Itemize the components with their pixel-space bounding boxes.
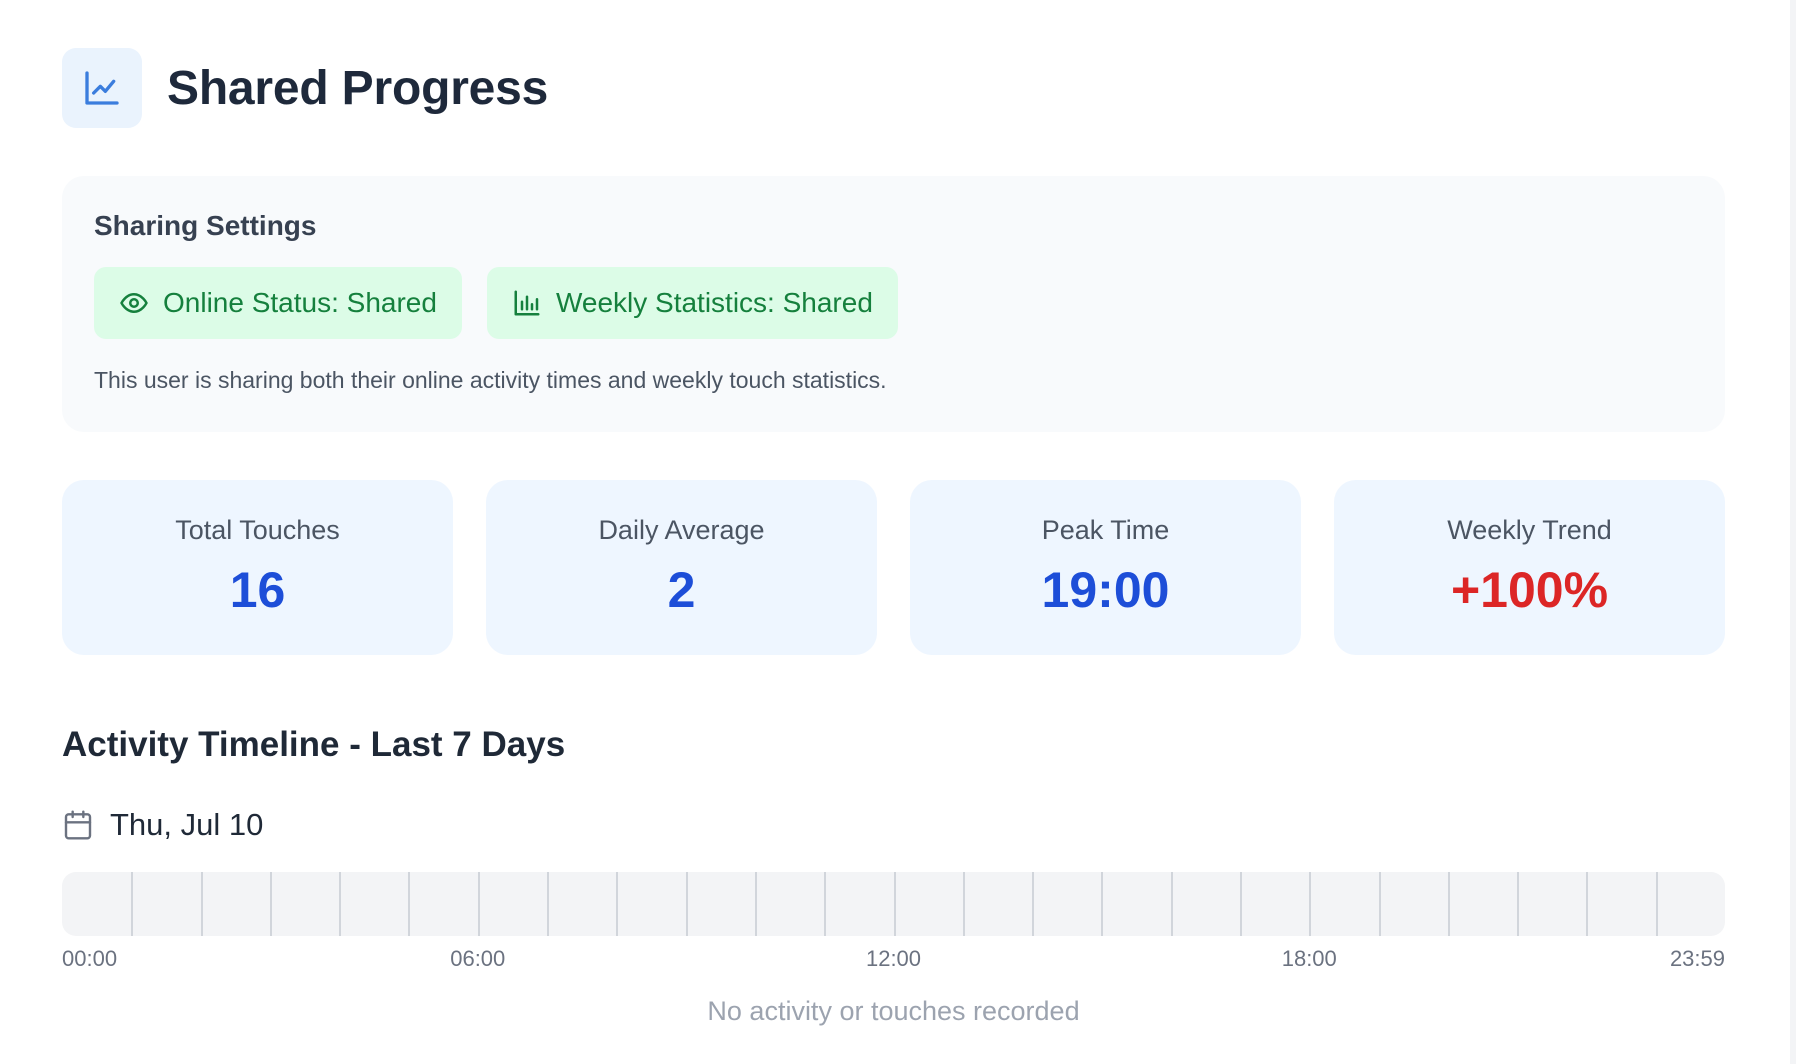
hour-gridline [339, 872, 341, 936]
hour-gridline [478, 872, 480, 936]
stats-row: Total Touches 16 Daily Average 2 Peak Ti… [62, 480, 1725, 655]
day-timeline-bar [62, 872, 1725, 936]
hour-gridline [1240, 872, 1242, 936]
scrollbar-track[interactable] [1790, 0, 1796, 1064]
weekly-statistics-chip: Weekly Statistics: Shared [486, 267, 898, 339]
sharing-settings-title: Sharing Settings [94, 210, 317, 241]
axis-label-end: 23:59 [1669, 946, 1725, 971]
stat-value: +100% [1450, 562, 1609, 618]
calendar-icon [62, 809, 94, 841]
day-label: Thu, Jul 10 [110, 807, 264, 842]
hour-gridline [547, 872, 549, 936]
stat-label: Weekly Trend [1447, 515, 1612, 545]
sharing-chips: Online Status: Shared Weekly Statistics:… [94, 267, 1693, 339]
stat-label: Peak Time [1041, 515, 1170, 545]
hour-gridline [755, 872, 757, 936]
axis-label-06: 06:00 [450, 946, 506, 971]
online-status-chip: Online Status: Shared [94, 267, 462, 339]
weekly-statistics-label: Weekly Statistics: Shared [555, 287, 873, 318]
hour-gridline [1586, 872, 1588, 936]
shared-progress-page: Shared Progress Sharing Settings Online … [0, 0, 1796, 1064]
stat-label: Daily Average [598, 515, 765, 545]
hour-gridline [963, 872, 965, 936]
hour-gridline [824, 872, 826, 936]
hour-gridline [1448, 872, 1450, 936]
hour-gridline [1032, 872, 1034, 936]
line-chart-icon [62, 48, 142, 128]
axis-label-12: 12:00 [865, 946, 922, 971]
page-title: Shared Progress [167, 61, 549, 115]
hour-gridline [1309, 872, 1311, 936]
hour-gridline [201, 872, 203, 936]
page-header: Shared Progress [62, 48, 1734, 128]
axis-label-18: 18:00 [1281, 946, 1337, 971]
stat-card-weekly-trend: Weekly Trend +100% [1334, 480, 1725, 655]
eye-icon [119, 288, 149, 318]
hour-gridline [686, 872, 688, 936]
stat-value: 2 [667, 562, 696, 618]
hour-gridline [1656, 872, 1658, 936]
hour-gridline [616, 872, 618, 936]
timeline-day-header: Thu, Jul 10 [62, 805, 1734, 845]
hour-gridline [1517, 872, 1519, 936]
stat-card-total-touches: Total Touches 16 [62, 480, 453, 655]
stat-label: Total Touches [175, 515, 340, 545]
sharing-settings-card: Sharing Settings Online Status: Shared W… [62, 176, 1725, 432]
hour-gridline [1171, 872, 1173, 936]
timeline-axis: 00:00 06:00 12:00 18:00 23:59 [62, 946, 1725, 976]
online-status-label: Online Status: Shared [163, 287, 437, 318]
hour-gridline [131, 872, 133, 936]
timeline-title: Activity Timeline - Last 7 Days [62, 725, 566, 764]
stat-card-peak-time: Peak Time 19:00 [910, 480, 1301, 655]
stat-card-daily-average: Daily Average 2 [486, 480, 877, 655]
hour-gridline [1101, 872, 1103, 936]
hour-gridline [408, 872, 410, 936]
sharing-description: This user is sharing both their online a… [94, 367, 887, 393]
stat-value: 16 [229, 562, 286, 618]
hour-gridline [1379, 872, 1381, 936]
axis-label-start: 00:00 [62, 946, 118, 971]
stat-value: 19:00 [1041, 562, 1170, 618]
hour-gridline [894, 872, 896, 936]
bar-chart-icon [512, 288, 542, 318]
hour-gridline [270, 872, 272, 936]
empty-activity-message: No activity or touches recorded [707, 996, 1080, 1026]
